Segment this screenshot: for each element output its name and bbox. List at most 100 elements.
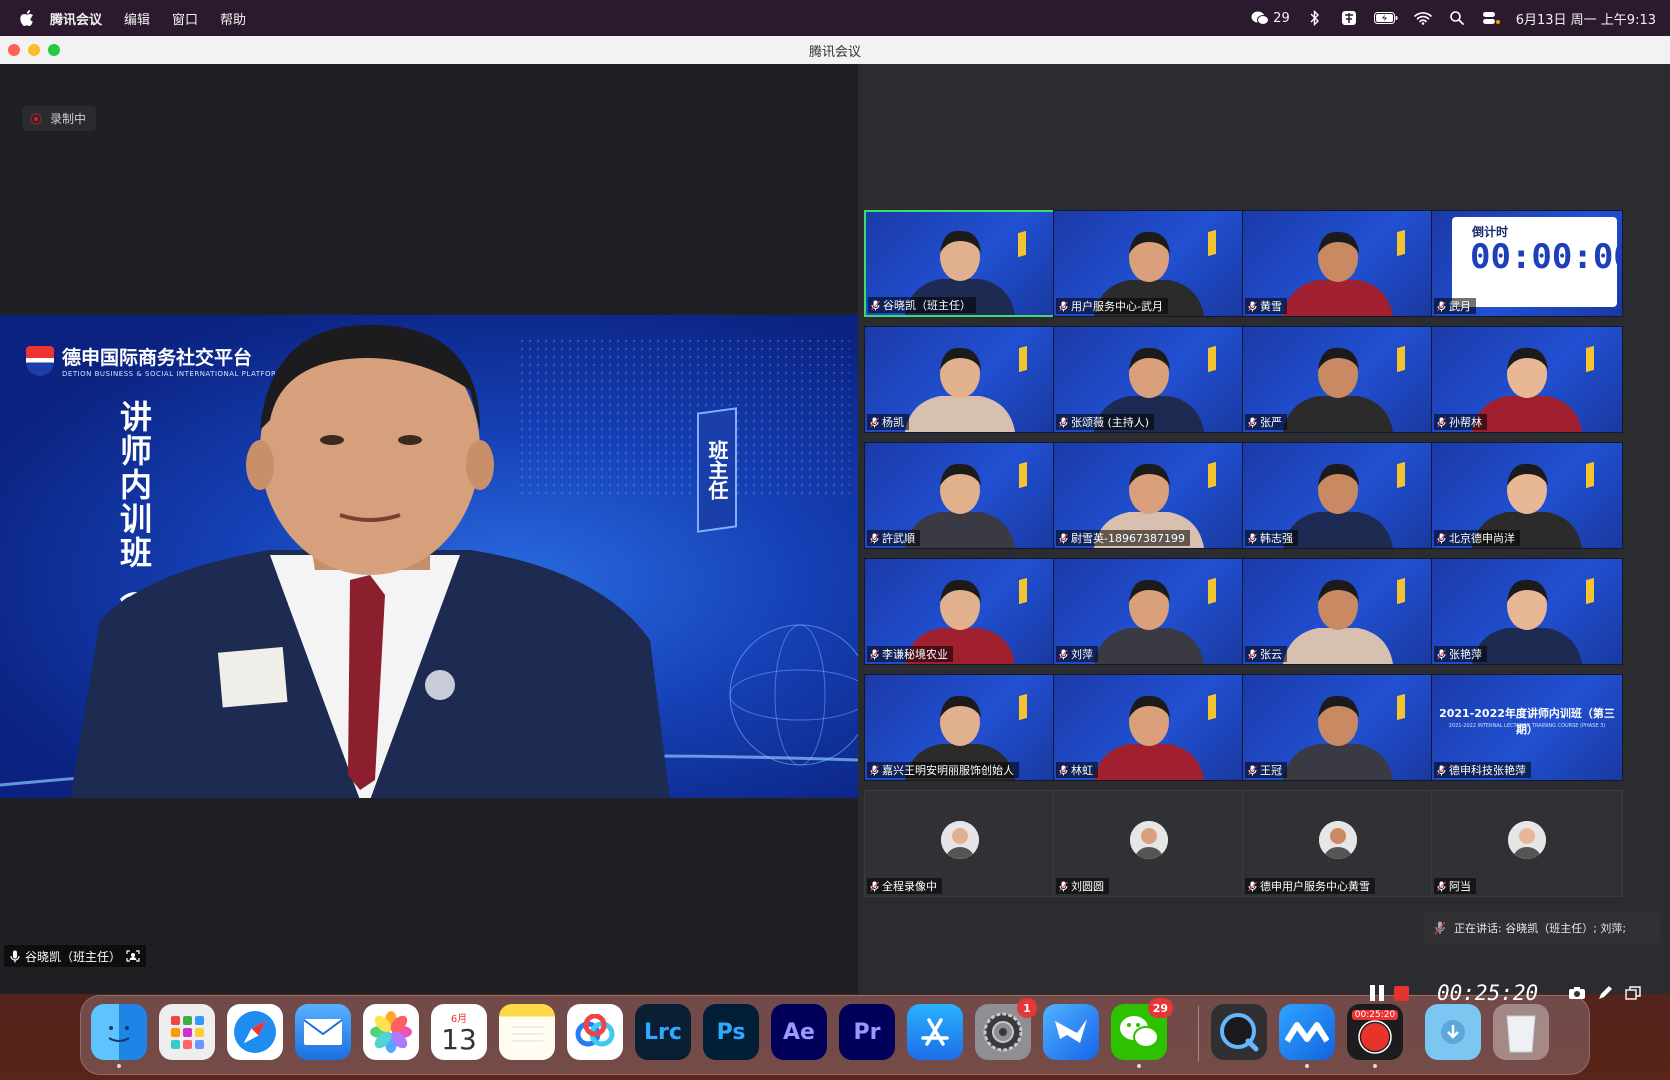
camera-icon[interactable]: [1568, 985, 1586, 1001]
photos-icon[interactable]: [363, 1004, 419, 1060]
clock-datetime[interactable]: 6月13日 周一 上午9:13: [1516, 9, 1656, 28]
tencent-meeting-icon[interactable]: [1279, 1004, 1335, 1068]
participant-tile[interactable]: 张颂薇 (主持人): [1053, 326, 1245, 433]
mic-icon: [1248, 301, 1257, 311]
menu-edit[interactable]: 编辑: [124, 9, 150, 28]
participant-nameplate: 阿当: [1434, 878, 1476, 894]
premiere-pro-icon[interactable]: Pr: [839, 1004, 895, 1060]
participant-tile[interactable]: 許武順: [864, 442, 1056, 549]
control-center-icon[interactable]: [1482, 9, 1500, 27]
role-ribbon: [1397, 693, 1405, 721]
safari-icon[interactable]: [227, 1004, 283, 1060]
participant-tile[interactable]: 全程录像中: [864, 790, 1056, 897]
downloads-folder-icon[interactable]: [1425, 1004, 1481, 1060]
participant-tile[interactable]: 张云: [1242, 558, 1434, 665]
quicktime-icon[interactable]: [1211, 1004, 1267, 1060]
participant-tile[interactable]: 黄雪: [1242, 210, 1434, 317]
role-ribbon: [1018, 230, 1026, 258]
launchpad-icon[interactable]: [159, 1004, 215, 1060]
stop-recording-button[interactable]: [1394, 985, 1409, 1001]
notes-icon[interactable]: [499, 1004, 555, 1060]
app-store-icon[interactable]: [907, 1004, 963, 1060]
participant-nameplate: 韩志强: [1245, 530, 1298, 546]
participant-video: [905, 347, 1015, 432]
participant-name: 用户服务中心-武月: [1071, 300, 1163, 313]
screen-focus-icon[interactable]: [126, 950, 140, 962]
now-speaking-indicator: 正在讲话: 谷晓凯（班主任）; 刘萍;: [1424, 912, 1660, 944]
finder-icon[interactable]: [91, 1004, 147, 1068]
mic-icon: [1248, 881, 1257, 891]
mic-icon: [870, 417, 879, 427]
main-speaker-video[interactable]: 德申国际商务社交平台 DETION BUSINESS & SOCIAL INTE…: [0, 315, 858, 798]
apple-menu-icon[interactable]: [18, 9, 36, 27]
participant-tile[interactable]: 倒计时 00:00:00 武月: [1431, 210, 1623, 317]
participant-tile[interactable]: 王冠: [1242, 674, 1434, 781]
wechat-status-icon[interactable]: 29: [1251, 9, 1290, 27]
menu-app-name[interactable]: 腾讯会议: [50, 9, 102, 28]
participant-tile[interactable]: 韩志强: [1242, 442, 1434, 549]
participant-tile[interactable]: 用户服务中心-武月: [1053, 210, 1245, 317]
menu-help[interactable]: 帮助: [220, 9, 246, 28]
screen-recorder-icon[interactable]: 00:25:20: [1347, 1004, 1403, 1068]
participant-name: 孙帮林: [1449, 416, 1482, 429]
mail-icon[interactable]: [295, 1004, 351, 1060]
participant-tile[interactable]: 德申用户服务中心黄雪: [1242, 790, 1434, 897]
after-effects-icon[interactable]: Ae: [771, 1004, 827, 1060]
participant-grid: 谷晓凯（班主任） 用户服务中心-武月 黄雪 倒计时 00:00:00 武月 杨凯 张颂薇 (主…: [858, 64, 1670, 994]
role-ribbon: [1208, 345, 1216, 373]
mic-icon: [1437, 765, 1446, 775]
minimize-window-button[interactable]: [28, 44, 40, 56]
participant-tile[interactable]: 林虹: [1053, 674, 1245, 781]
feishu-icon[interactable]: [1043, 1004, 1099, 1060]
participant-tile[interactable]: 北京德申尚洋: [1431, 442, 1623, 549]
spotlight-search-icon[interactable]: [1448, 9, 1466, 27]
participant-nameplate: 杨凯: [867, 414, 909, 430]
participant-tile[interactable]: 刘圆圆: [1053, 790, 1245, 897]
pause-recording-button[interactable]: [1370, 985, 1384, 1001]
window-toggle-icon[interactable]: [1624, 985, 1642, 1001]
calendar-icon[interactable]: 6月 13: [431, 1004, 487, 1060]
participant-tile[interactable]: 阿当: [1431, 790, 1623, 897]
menu-window[interactable]: 窗口: [172, 9, 198, 28]
system-preferences-icon[interactable]: 1: [975, 998, 1037, 1060]
annotate-pen-icon[interactable]: [1596, 985, 1614, 1001]
participant-tile[interactable]: 刘萍: [1053, 558, 1245, 665]
countdown-time: 00:00:00: [1470, 237, 1623, 277]
bluetooth-icon[interactable]: [1306, 9, 1324, 27]
participant-name: 杨凯: [882, 416, 904, 429]
lightroom-classic-icon[interactable]: Lrc: [635, 1004, 691, 1060]
wechat-badge: 29: [1147, 998, 1173, 1018]
participant-tile[interactable]: 李谦秘境农业: [864, 558, 1056, 665]
role-ribbon: [1019, 345, 1027, 373]
participant-nameplate: 尉雪英-18967387199: [1056, 530, 1190, 546]
participant-tile[interactable]: 2021-2022年度讲师内训班（第三期） 2021-2022 INTERNAL …: [1431, 674, 1623, 781]
photoshop-icon[interactable]: Ps: [703, 1004, 759, 1060]
participant-avatar: [1319, 821, 1357, 859]
trash-icon[interactable]: [1493, 1004, 1549, 1060]
close-window-button[interactable]: [8, 44, 20, 56]
mic-icon: [870, 649, 879, 659]
speaker-view: 录制中 德申国际商务社交平台 DETION BUSINESS & SOCIAL …: [0, 64, 858, 994]
participant-tile[interactable]: 张艳萍: [1431, 558, 1623, 665]
participant-tile[interactable]: 杨凯: [864, 326, 1056, 433]
battery-icon[interactable]: [1373, 9, 1398, 27]
participant-tile[interactable]: 嘉兴王明安明丽服饰创始人: [864, 674, 1056, 781]
participant-tile[interactable]: 谷晓凯（班主任）: [864, 210, 1056, 317]
wechat-dock-icon[interactable]: 29: [1111, 998, 1173, 1068]
participant-tile[interactable]: 孙帮林: [1431, 326, 1623, 433]
input-method-icon[interactable]: [1340, 9, 1358, 27]
maximize-window-button[interactable]: [48, 44, 60, 56]
running-indicator: [1137, 1064, 1141, 1068]
wifi-icon[interactable]: [1413, 9, 1432, 27]
participant-nameplate: 武月: [1434, 298, 1476, 314]
running-indicator: [1305, 1064, 1309, 1068]
baidu-netdisk-icon[interactable]: [567, 1004, 623, 1060]
participant-tile[interactable]: 尉雪英-18967387199: [1053, 442, 1245, 549]
participant-tile[interactable]: 张严: [1242, 326, 1434, 433]
participant-nameplate: 用户服务中心-武月: [1056, 298, 1168, 314]
participant-video: [1283, 579, 1393, 664]
participant-name: 谷晓凯（班主任）: [883, 299, 971, 312]
participant-avatar: [941, 821, 979, 859]
dock-separator: [1198, 1006, 1199, 1062]
window-titlebar[interactable]: 腾讯会议: [0, 36, 1670, 64]
